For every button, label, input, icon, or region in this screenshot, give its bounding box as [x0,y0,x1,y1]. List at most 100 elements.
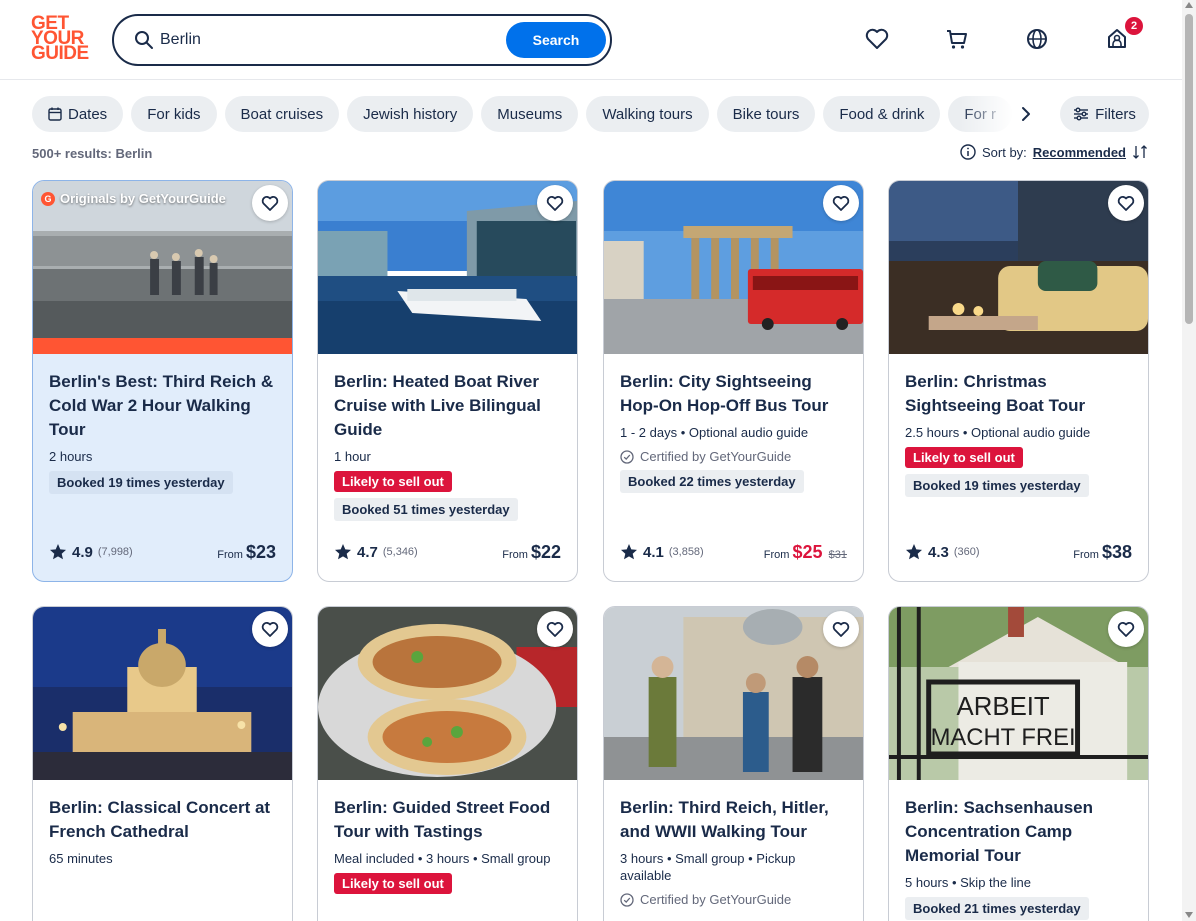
filters-button[interactable]: Filters [1060,96,1149,132]
card-footer: 4.7 (5,346) From $22 [334,541,561,563]
rating: 4.1 (3,858) [620,543,704,561]
rating: 4.3 (360) [905,543,980,561]
card-image[interactable] [318,181,577,354]
activity-card[interactable]: Berlin: Third Reich, Hitler, and WWII Wa… [603,606,864,921]
card-body: Berlin: Classical Concert at French Cath… [33,780,292,867]
sort-value[interactable]: Recommended [1033,145,1126,160]
price-from-label: From [1073,548,1099,561]
card-title[interactable]: Berlin: Heated Boat River Cruise with Li… [334,370,561,442]
card-body: Berlin's Best: Third Reich & Cold War 2 … [33,354,292,494]
card-title[interactable]: Berlin: Classical Concert at French Cath… [49,796,276,844]
results-count: 500+ results: Berlin [32,146,153,161]
card-image[interactable] [889,181,1148,354]
card-image[interactable]: G Originals by GetYourGuide [33,181,292,354]
logo-line-3: GUIDE [31,43,89,64]
card-title[interactable]: Berlin: Christmas Sightseeing Boat Tour [905,370,1132,418]
getyourguide-logo[interactable]: GET YOUR GUIDE [31,14,91,64]
certified-text: Certified by GetYourGuide [640,892,792,907]
scroll-thumb[interactable] [1185,14,1193,324]
review-count: (360) [953,546,980,558]
original-price: $31 [828,548,847,561]
booked-badge: Booked 19 times yesterday [49,471,233,494]
info-icon[interactable] [960,144,976,160]
activity-card[interactable]: Berlin: Classical Concert at French Cath… [32,606,293,921]
sort-control[interactable]: Sort by: Recommended [960,144,1148,160]
card-image[interactable] [318,607,577,780]
calendar-icon [48,107,62,121]
search-button[interactable]: Search [506,22,606,58]
chevron-right-icon[interactable] [1016,104,1036,124]
page-scrollbar[interactable] [1182,0,1196,921]
certified-check-icon [620,892,634,907]
chip-food-drink[interactable]: Food & drink [823,96,941,132]
cart-count-badge: 2 [1125,17,1143,35]
card-meta: 65 minutes [49,851,113,866]
certified-label: Certified by GetYourGuide [620,892,847,907]
card-image[interactable] [604,181,863,354]
chip-dates[interactable]: Dates [32,96,124,132]
star-icon [906,544,922,560]
activity-card[interactable]: Berlin: Christmas Sightseeing Boat Tour … [888,180,1149,582]
favorite-button[interactable] [1108,611,1144,647]
chips-fade [960,96,1050,132]
card-image[interactable] [33,607,292,780]
card-title[interactable]: Berlin: Guided Street Food Tour with Tas… [334,796,561,844]
card-image[interactable]: ARBEIT MACHT FREI [889,607,1148,780]
card-footer: 4.3 (360) From $38 [905,541,1132,563]
review-count: (7,998) [97,546,133,558]
favorite-button[interactable] [823,185,859,221]
sell-out-badge: Likely to sell out [334,873,452,894]
price: From $23 [217,542,276,563]
heart-icon [832,196,850,211]
chip-label: Dates [68,105,108,123]
booked-badge: Booked 21 times yesterday [905,897,1089,920]
chip-boat-cruises[interactable]: Boat cruises [224,96,340,132]
language-globe-icon[interactable] [1024,26,1050,52]
price-amount: $23 [245,541,276,562]
chip-for-kids[interactable]: For kids [131,96,217,132]
card-body: Berlin: Guided Street Food Tour with Tas… [318,780,577,894]
rating: 4.9 (7,998) [49,543,133,561]
card-body: Berlin: Sachsenhausen Concentration Camp… [889,780,1148,920]
review-count: (3,858) [668,546,704,558]
price: From $22 [502,542,561,563]
originals-bar [33,338,292,354]
favorite-button[interactable] [537,611,573,647]
wishlist-heart-icon[interactable] [864,26,890,52]
search-icon [135,31,153,49]
top-header: GET YOUR GUIDE Search 2 [0,0,1182,80]
activity-card[interactable]: Berlin: Guided Street Food Tour with Tas… [317,606,578,921]
chip-walking-tours[interactable]: Walking tours [586,96,709,132]
scroll-up-arrow[interactable] [1185,2,1193,8]
chip-jewish-history[interactable]: Jewish history [347,96,474,132]
card-meta: 5 hours • Skip the line [905,875,1031,890]
card-title[interactable]: Berlin: City Sightseeing Hop-On Hop-Off … [620,370,847,418]
sign-line-2: MACHT FREI [931,724,1076,751]
favorite-button[interactable] [1108,185,1144,221]
chip-museums[interactable]: Museums [481,96,579,132]
originals-badge: G Originals by GetYourGuide [41,191,226,206]
activity-card[interactable]: Berlin: Heated Boat River Cruise with Li… [317,180,578,582]
star-icon [50,544,66,560]
booked-badge: Booked 19 times yesterday [905,474,1089,497]
cart-icon[interactable] [944,26,970,52]
rating-value: 4.9 [72,543,93,561]
favorite-button[interactable] [823,611,859,647]
favorite-button[interactable] [537,185,573,221]
activity-card[interactable]: ARBEIT MACHT FREI Berlin: Sachsenhausen … [888,606,1149,921]
booked-badge: Booked 22 times yesterday [620,470,804,493]
card-meta: 2.5 hours • Optional audio guide [905,425,1091,440]
favorite-button[interactable] [252,611,288,647]
search-input[interactable] [160,28,500,52]
activity-card[interactable]: G Originals by GetYourGuide Berlin's Bes… [32,180,293,582]
chip-bike-tours[interactable]: Bike tours [716,96,816,132]
card-image[interactable] [604,607,863,780]
card-title[interactable]: Berlin: Third Reich, Hitler, and WWII Wa… [620,796,847,844]
search-bar: Search [112,14,612,66]
activity-card[interactable]: Berlin: City Sightseeing Hop-On Hop-Off … [603,180,864,582]
scroll-down-arrow[interactable] [1185,912,1193,918]
card-title[interactable]: Berlin: Sachsenhausen Concentration Camp… [905,796,1132,868]
favorite-button[interactable] [252,185,288,221]
card-meta: 1 hour [334,449,371,464]
card-title[interactable]: Berlin's Best: Third Reich & Cold War 2 … [49,370,276,442]
